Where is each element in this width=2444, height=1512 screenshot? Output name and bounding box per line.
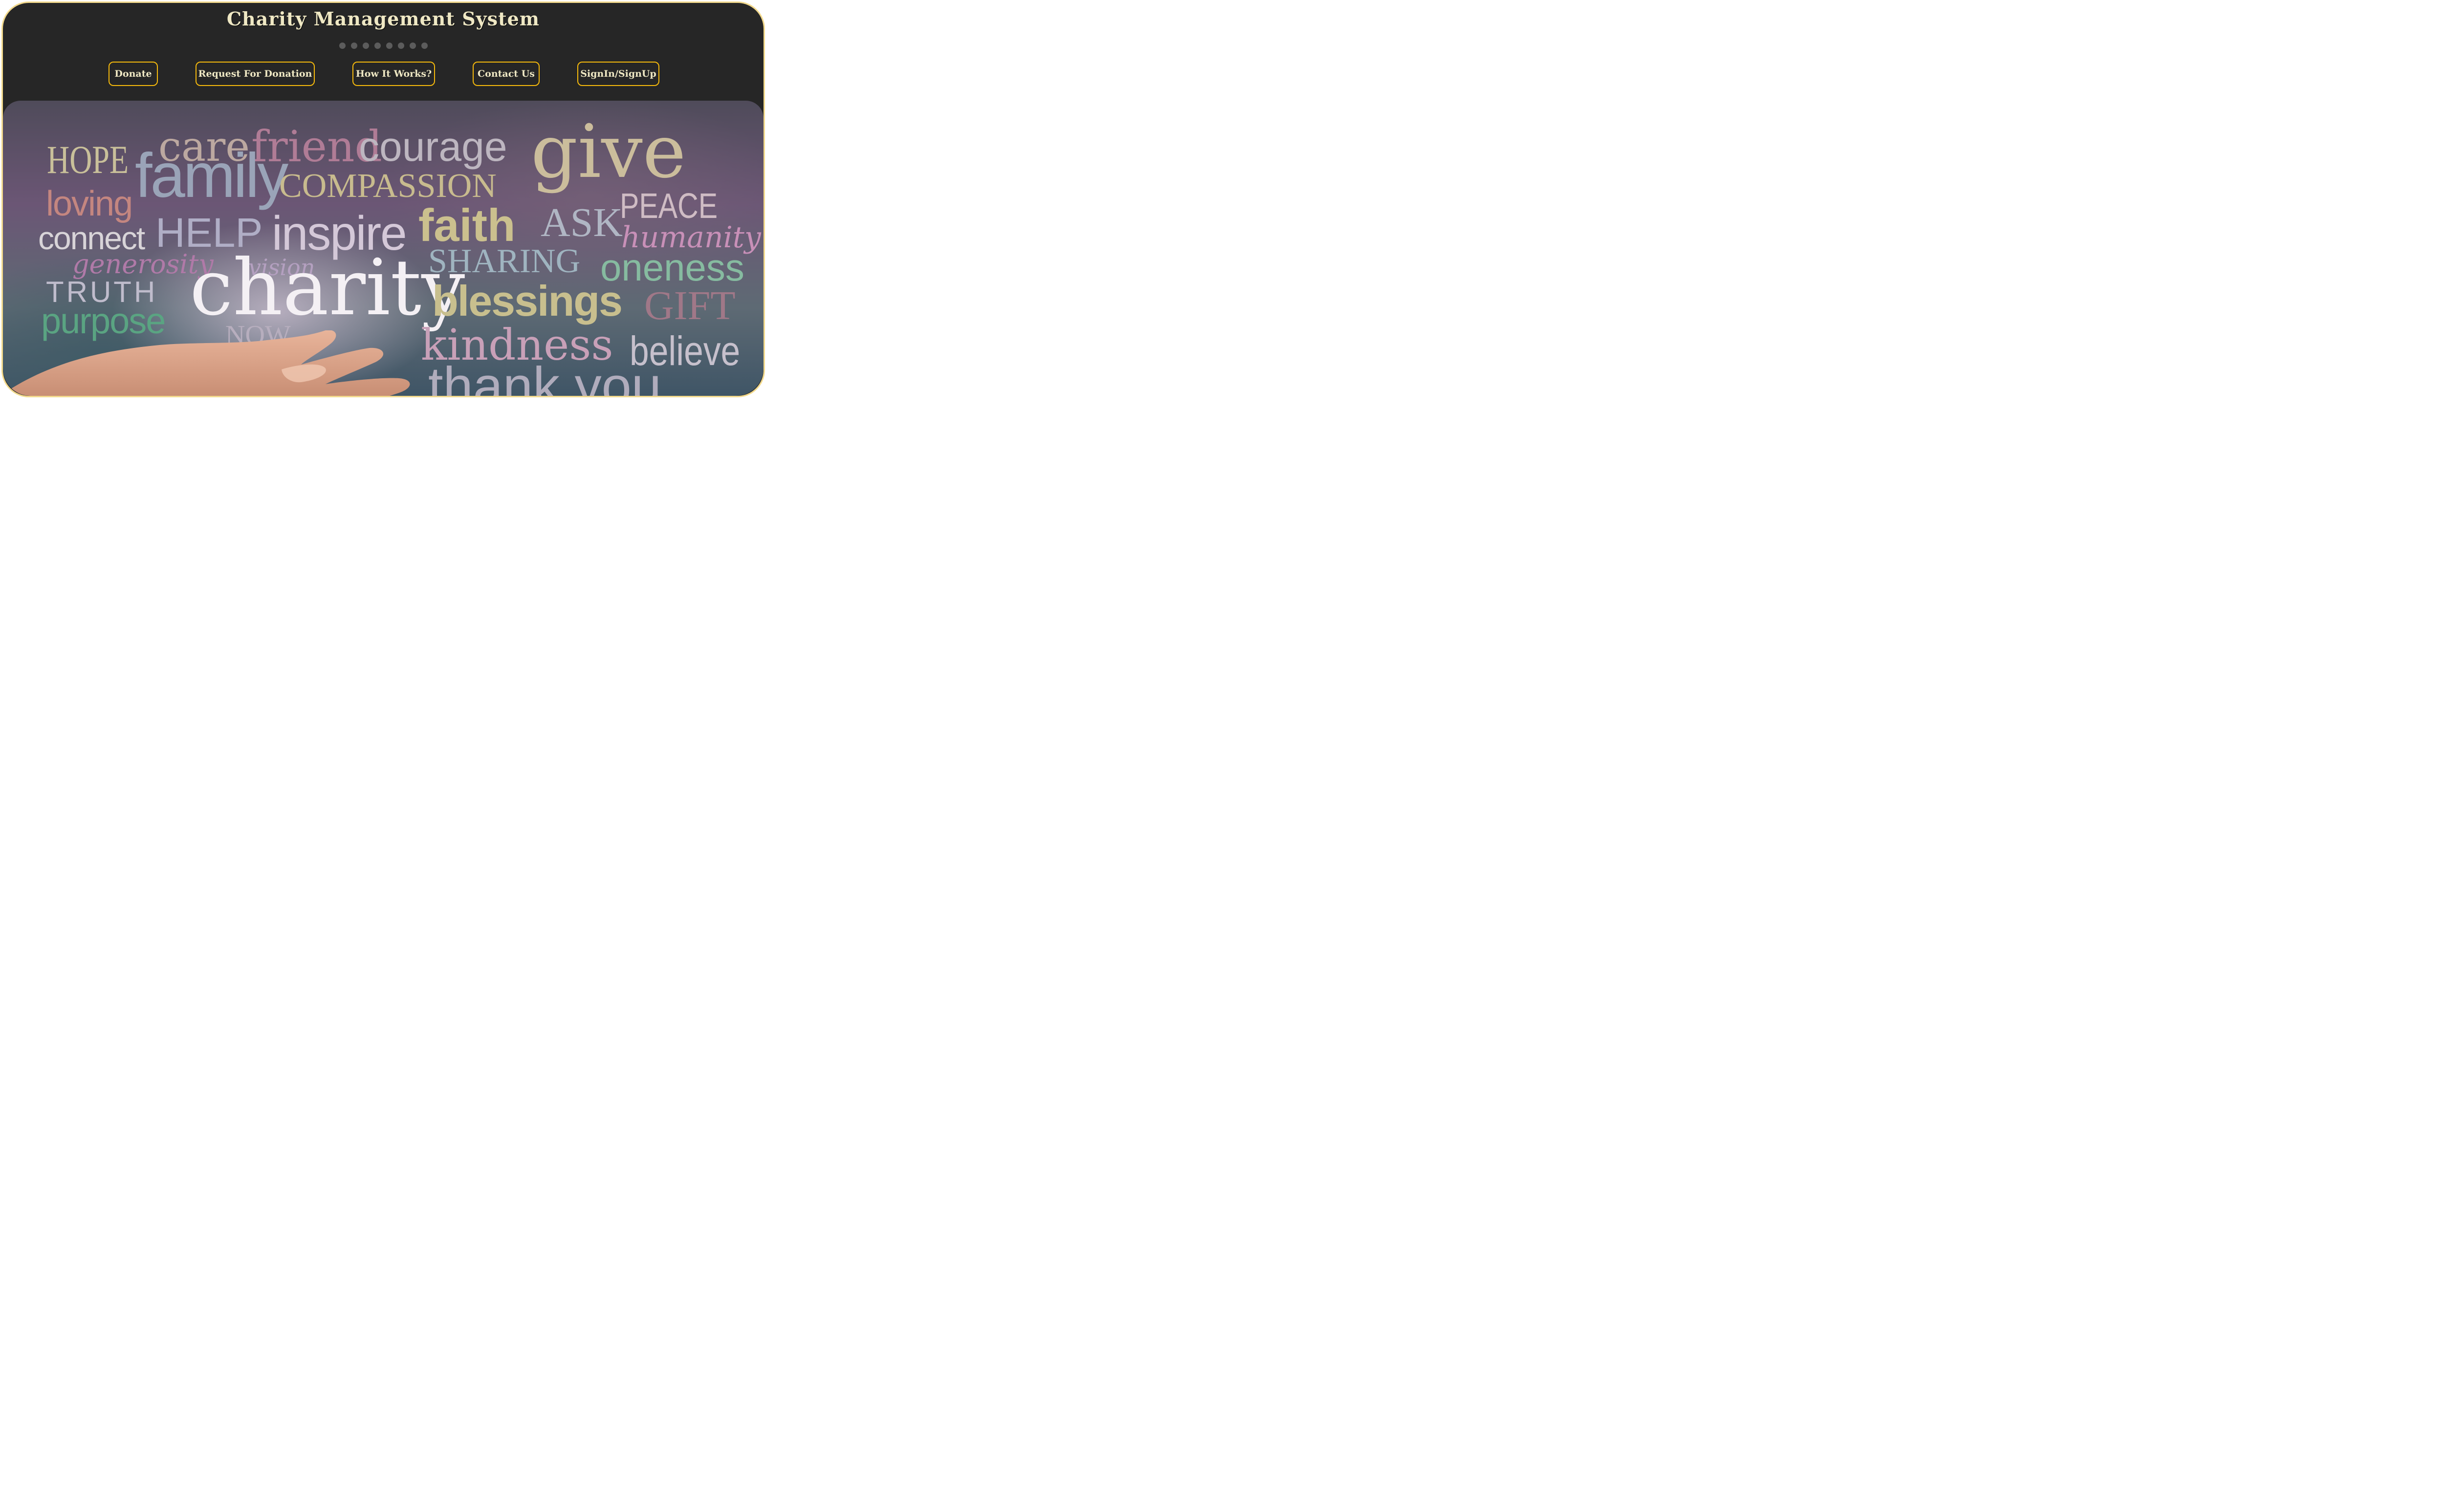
word-give: give xyxy=(531,109,686,194)
word-family: family xyxy=(135,141,288,211)
hero-image: HOPE care friend courage give family COM… xyxy=(3,101,764,396)
word-blessings: blessings xyxy=(432,277,623,325)
carousel-indicators xyxy=(3,43,764,49)
request-donation-button[interactable]: Request For Donation xyxy=(196,62,315,86)
carousel-dot[interactable] xyxy=(350,43,357,49)
carousel-dot[interactable] xyxy=(397,43,404,49)
contact-us-button[interactable]: Contact Us xyxy=(473,62,540,86)
word-loving: loving xyxy=(46,184,133,223)
word-courage: courage xyxy=(359,124,507,170)
page-frame: Charity Management System Donate Request… xyxy=(1,1,765,397)
signin-signup-button[interactable]: SignIn/SignUp xyxy=(577,62,659,86)
open-hand-illustration xyxy=(3,330,410,396)
word-peace: PEACE xyxy=(620,187,718,226)
how-it-works-button[interactable]: How It Works? xyxy=(352,62,435,86)
carousel-dot[interactable] xyxy=(409,43,416,49)
word-compassion: COMPASSION xyxy=(279,167,497,205)
word-thank-you: thank you xyxy=(428,356,662,396)
word-ask: ASK xyxy=(541,200,623,245)
carousel-dot[interactable] xyxy=(386,43,393,49)
word-charity: charity xyxy=(190,243,465,333)
carousel-dot[interactable] xyxy=(339,43,346,49)
carousel-dot[interactable] xyxy=(374,43,381,49)
carousel-dot[interactable] xyxy=(421,43,428,49)
word-gift: GIFT xyxy=(644,283,736,328)
word-hope: HOPE xyxy=(47,137,129,182)
donate-button[interactable]: Donate xyxy=(109,62,158,86)
carousel-dot[interactable] xyxy=(362,43,369,49)
site-title: Charity Management System xyxy=(226,8,540,30)
word-oneness: oneness xyxy=(600,246,744,289)
word-faith: faith xyxy=(418,199,516,251)
